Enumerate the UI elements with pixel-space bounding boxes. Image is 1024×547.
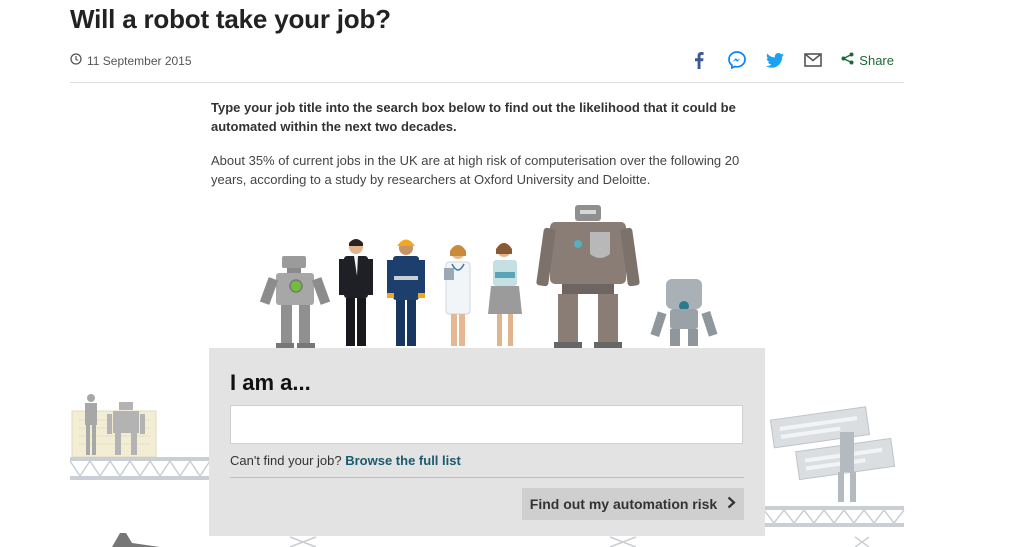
intro-text: Type your job title into the search box … bbox=[211, 100, 736, 134]
find-automation-risk-label: Find out my automation risk bbox=[529, 496, 718, 512]
businessman-figure bbox=[339, 239, 373, 346]
header-divider bbox=[70, 82, 904, 83]
cant-find-text: Can't find your job? Browse the full lis… bbox=[230, 453, 461, 468]
clock-icon bbox=[70, 53, 82, 68]
share-button[interactable]: Share bbox=[841, 52, 894, 68]
share-bar: Share bbox=[689, 50, 894, 70]
construction-worker-figure bbox=[387, 239, 425, 346]
publish-date: 11 September 2015 bbox=[70, 53, 192, 68]
article-meta: 11 September 2015 Share bbox=[70, 50, 904, 72]
doctor-figure bbox=[444, 245, 471, 346]
page-title: Will a robot take your job? bbox=[70, 4, 391, 34]
twitter-icon[interactable] bbox=[765, 50, 785, 70]
share-label: Share bbox=[859, 52, 894, 68]
cant-find-prefix: Can't find your job? bbox=[230, 453, 342, 468]
small-robot-right bbox=[650, 279, 718, 346]
publish-date-text: 11 September 2015 bbox=[87, 53, 192, 68]
panel-divider bbox=[230, 477, 744, 478]
email-icon[interactable] bbox=[803, 50, 823, 70]
job-title-input[interactable] bbox=[230, 405, 743, 444]
browse-full-list-link[interactable]: Browse the full list bbox=[345, 453, 461, 468]
share-icon bbox=[841, 52, 854, 68]
find-automation-risk-button[interactable]: Find out my automation risk bbox=[522, 488, 744, 520]
teacher-figure bbox=[488, 243, 522, 346]
big-robot bbox=[536, 205, 640, 348]
right-gantry-scene bbox=[763, 406, 905, 547]
job-search-panel: I am a... Can't find your job? Browse th… bbox=[209, 348, 765, 536]
facebook-icon[interactable] bbox=[689, 50, 709, 70]
messenger-icon[interactable] bbox=[727, 50, 747, 70]
chevron-right-icon bbox=[727, 496, 736, 512]
left-gantry-scene bbox=[69, 394, 211, 480]
panel-title: I am a... bbox=[230, 370, 311, 395]
small-robot-left bbox=[259, 256, 331, 348]
body-text: About 35% of current jobs in the UK are … bbox=[211, 153, 740, 187]
